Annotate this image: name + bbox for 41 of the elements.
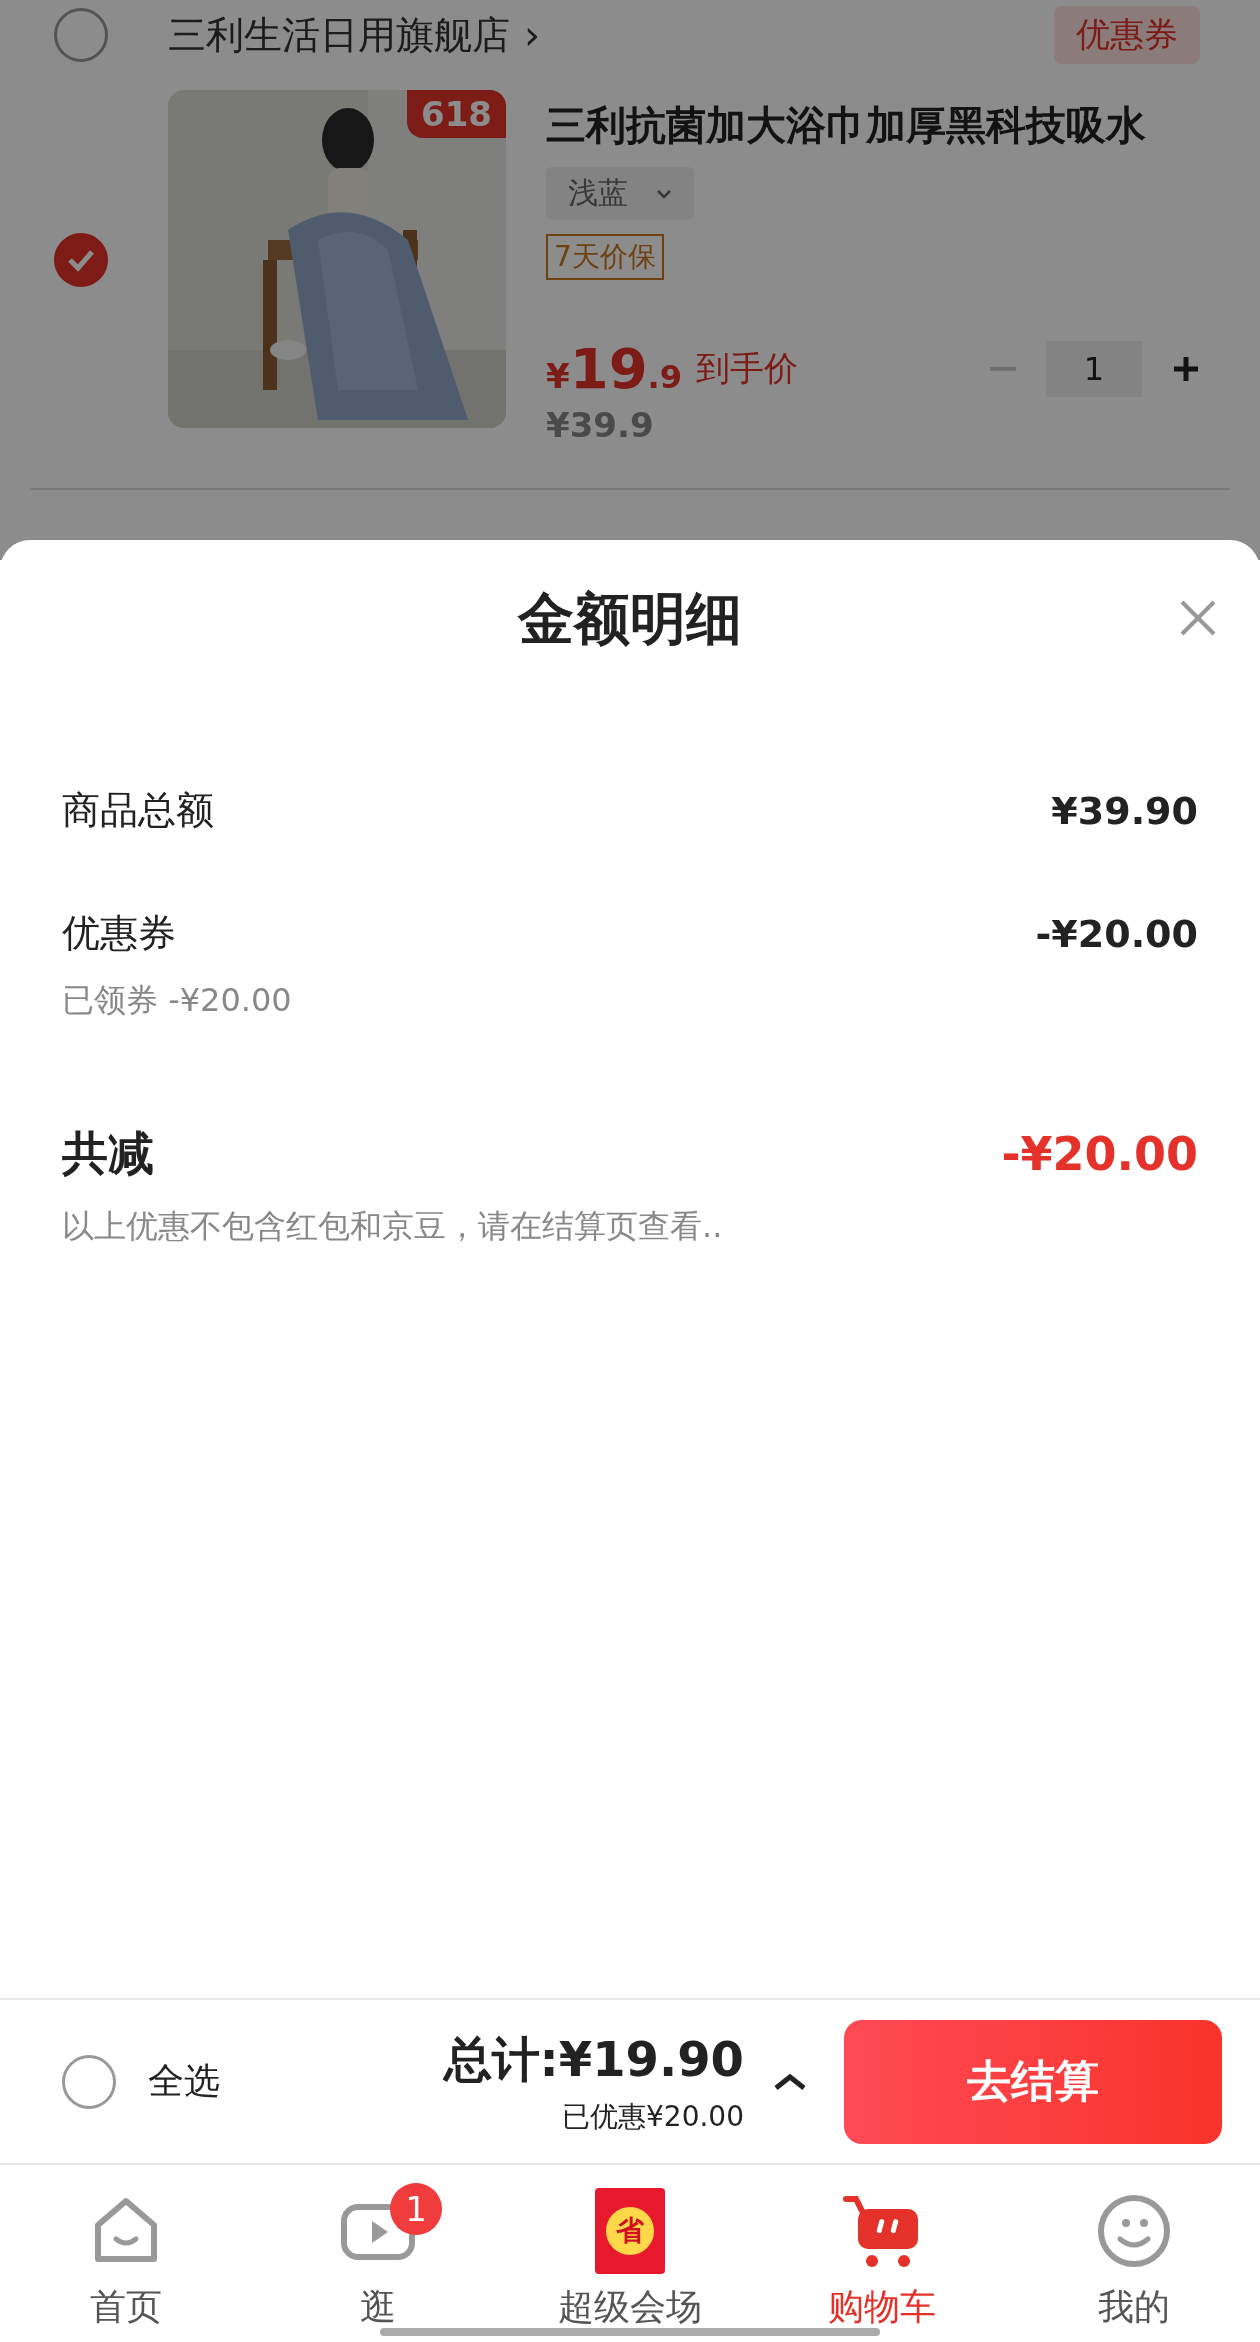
nav-tab[interactable]: 省 超级会场	[504, 2165, 756, 2342]
close-icon[interactable]	[1178, 598, 1218, 638]
amount-note: 以上优惠不包含红包和京豆，请在结算页查看..	[62, 1206, 724, 1247]
count-badge: 1	[390, 2183, 442, 2235]
nav-tab[interactable]: 1 逛	[252, 2165, 504, 2342]
store-checkbox[interactable]	[54, 8, 108, 62]
amount-label: 共减	[62, 1125, 154, 1182]
discount-amount: 已优惠¥20.00	[562, 2098, 744, 2135]
select-all-checkbox[interactable]	[62, 2054, 116, 2109]
quantity-field[interactable]: 1	[1046, 340, 1142, 397]
checkmark-icon	[66, 248, 96, 272]
spec-selector[interactable]: 浅蓝	[546, 167, 694, 220]
final-price: ¥19.9	[546, 336, 683, 401]
amount-value: ¥39.90	[1051, 788, 1198, 833]
caret-icon[interactable]	[772, 2071, 808, 2092]
total-amount: 总计:¥19.90	[443, 2029, 744, 2089]
price-label: 到手价	[696, 346, 799, 390]
checkout-button[interactable]: 去结算	[844, 2019, 1222, 2144]
promo-badge: 618	[407, 90, 506, 138]
select-all-label[interactable]: 全选	[148, 2057, 220, 2106]
product-title[interactable]: 三利抗菌加大浴巾加厚黑科技吸水	[546, 98, 1200, 153]
smiley-icon	[1096, 2193, 1172, 2269]
nav-tab[interactable]: 我的	[1008, 2165, 1260, 2342]
nav-tab[interactable]: 首页	[0, 2165, 252, 2342]
amount-note: 已领券 -¥20.00	[62, 980, 293, 1021]
chevron-icon[interactable]	[656, 188, 672, 199]
promo-icon: 省	[595, 2188, 665, 2274]
amount-value: -¥20.00	[1035, 911, 1198, 956]
coupon-tag[interactable]: 优惠券	[1054, 6, 1200, 64]
price-protect-tag: 7天价保	[546, 234, 664, 280]
amount-label: 商品总额	[62, 787, 214, 834]
chevron-icon[interactable]: ›	[524, 12, 540, 58]
minus-icon[interactable]	[990, 366, 1016, 371]
plus-icon[interactable]	[1172, 354, 1200, 383]
amount-value: -¥20.00	[1001, 1127, 1198, 1181]
store-name[interactable]: 三利生活日用旗舰店	[168, 9, 510, 61]
nav-tab[interactable]: 购物车	[756, 2165, 1008, 2342]
amount-label: 优惠券	[62, 910, 176, 957]
original-price: ¥39.9	[546, 405, 655, 445]
sheet-title: 金额明细	[518, 585, 742, 653]
item-checkbox[interactable]	[54, 233, 108, 287]
